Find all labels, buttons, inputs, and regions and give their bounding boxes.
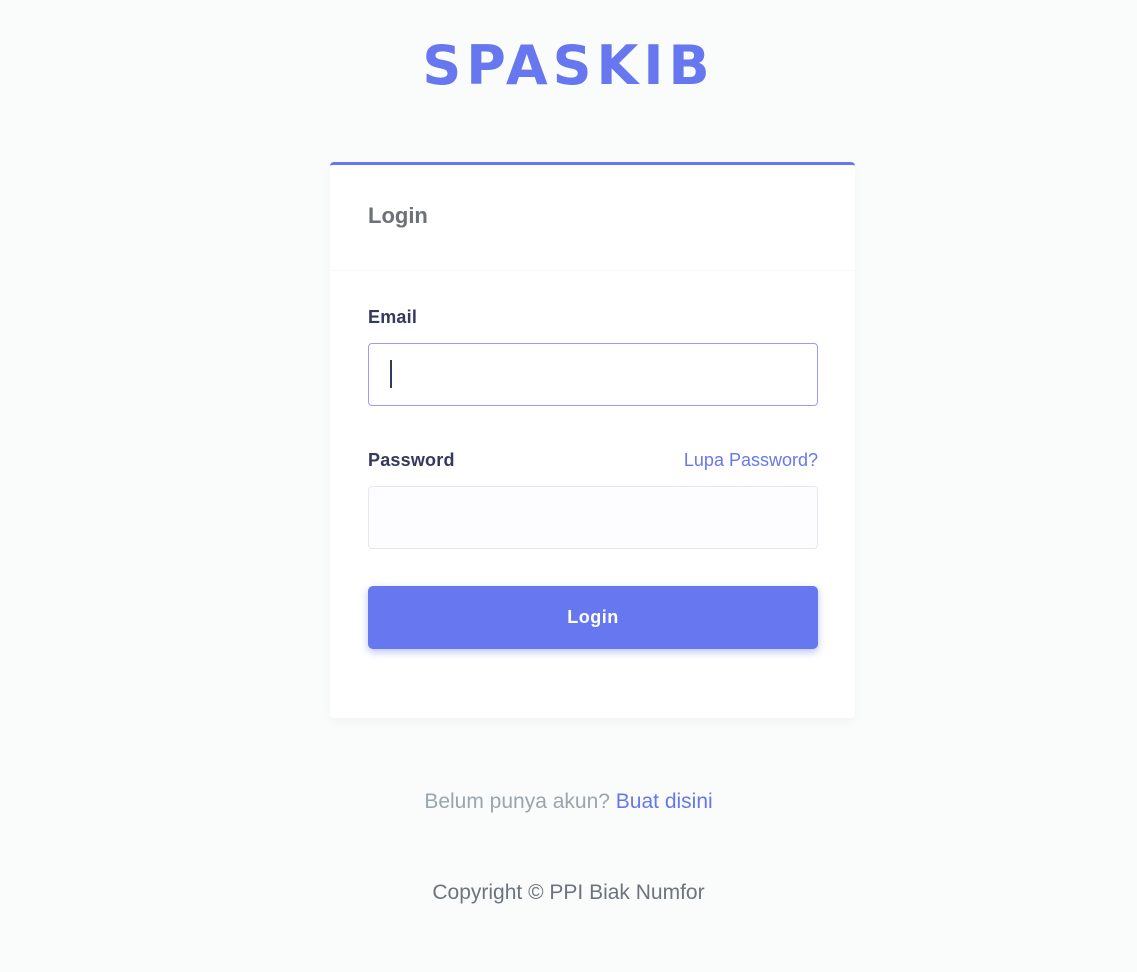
password-label: Password bbox=[368, 450, 455, 470]
card-header: Login bbox=[330, 165, 855, 271]
card-title: Login bbox=[368, 202, 428, 228]
login-card: Login Email Password Lupa Password? Logi… bbox=[330, 162, 855, 718]
brand-logo: SPASKIB bbox=[422, 34, 715, 97]
signup-link[interactable]: Buat disini bbox=[616, 790, 713, 813]
text-cursor bbox=[390, 360, 392, 388]
forgot-password-link[interactable]: Lupa Password? bbox=[684, 450, 818, 471]
email-input[interactable] bbox=[368, 343, 818, 406]
signup-prompt-text: Belum punya akun? bbox=[424, 790, 610, 813]
login-button[interactable]: Login bbox=[368, 586, 818, 649]
password-input[interactable] bbox=[368, 486, 818, 549]
signup-prompt: Belum punya akun? Buat disini bbox=[0, 790, 1137, 814]
email-label: Email bbox=[368, 307, 418, 327]
footer-copyright: Copyright © PPI Biak Numfor bbox=[432, 881, 705, 904]
